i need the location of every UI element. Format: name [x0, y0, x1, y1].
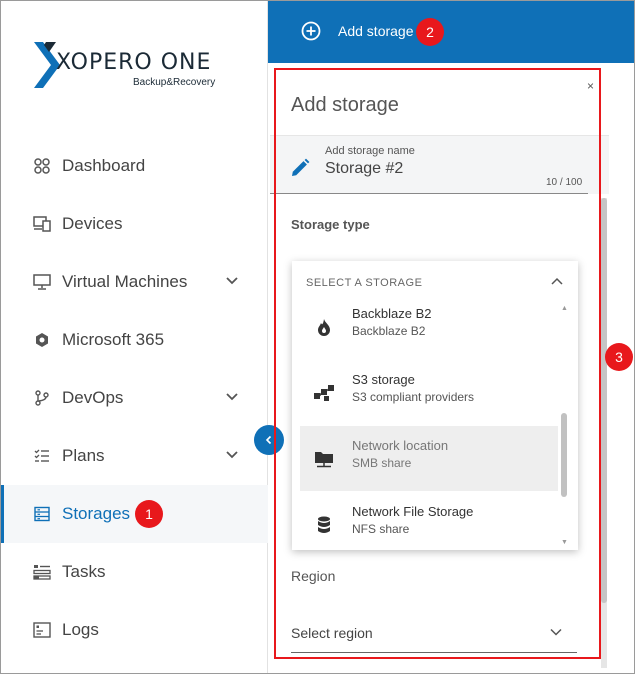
sidebar-item-label: Devices: [62, 214, 123, 233]
top-bar: Add storage: [268, 0, 635, 63]
option-network-file-storage[interactable]: Network File Storage NFS share: [300, 492, 558, 550]
scroll-down-arrow-icon[interactable]: ▼: [561, 539, 568, 546]
sidebar-nav: Dashboard Devices Virtual Machines Micro…: [0, 137, 268, 659]
sidebar-item-devops[interactable]: DevOps: [0, 369, 268, 427]
sidebar-item-tasks[interactable]: Tasks: [0, 543, 268, 601]
sidebar: XOPERO ONE Backup&Recovery Dashboard Dev…: [0, 0, 268, 674]
folder-icon: [313, 448, 335, 470]
chevron-left-icon: [265, 435, 272, 445]
storage-type-label: Storage type: [291, 217, 370, 232]
panel-header: Add storage ×: [270, 68, 609, 136]
option-subtitle: NFS share: [352, 522, 410, 536]
sidebar-item-microsoft-365[interactable]: Microsoft 365: [0, 311, 268, 369]
sidebar-item-label: Virtual Machines: [62, 272, 188, 291]
scroll-up-arrow-icon[interactable]: ▲: [561, 305, 568, 312]
option-backblaze-b2[interactable]: Backblaze B2 Backblaze B2: [300, 303, 558, 359]
storage-name-input[interactable]: [325, 160, 590, 178]
sidebar-item-dashboard[interactable]: Dashboard: [0, 137, 268, 195]
add-storage-panel: Add storage × Add storage name 10 / 100 …: [270, 63, 609, 674]
chevron-down-icon[interactable]: [224, 447, 240, 463]
sidebar-item-label: Plans: [62, 446, 105, 465]
branch-icon: [33, 389, 51, 407]
character-counter: 10 / 100: [546, 177, 583, 188]
annotation-badge-1: 1: [135, 500, 163, 528]
brand-tagline: Backup&Recovery: [133, 77, 216, 88]
sidebar-item-storages[interactable]: Storages: [0, 485, 268, 543]
brand-name: XOPERO ONE: [56, 50, 212, 75]
logo: XOPERO ONE Backup&Recovery: [34, 40, 224, 90]
sidebar-item-label: Tasks: [62, 562, 106, 581]
sidebar-item-devices[interactable]: Devices: [0, 195, 268, 253]
sidebar-item-label: DevOps: [62, 388, 124, 407]
region-label: Region: [291, 568, 336, 584]
option-s3-storage[interactable]: S3 storage S3 compliant providers: [300, 360, 558, 425]
close-icon[interactable]: ×: [587, 79, 594, 93]
sidebar-item-logs[interactable]: Logs: [0, 601, 268, 659]
s3-icon: [313, 382, 335, 404]
add-storage-label: Add storage: [338, 23, 414, 39]
option-title: Network location: [352, 438, 449, 453]
chevron-down-icon[interactable]: [224, 273, 240, 289]
devices-icon: [33, 215, 51, 233]
panel-title: Add storage: [291, 94, 399, 116]
office-icon: [33, 331, 51, 349]
sidebar-item-plans[interactable]: Plans: [0, 427, 268, 485]
panel-scrollbar[interactable]: [601, 198, 607, 668]
chevron-down-icon[interactable]: [224, 389, 240, 405]
flame-icon: [313, 316, 335, 338]
plus-circle-icon: [301, 21, 321, 41]
logs-icon: [33, 621, 51, 639]
chevron-down-icon: [550, 628, 562, 636]
collapse-sidebar-button[interactable]: [254, 425, 284, 455]
annotation-badge-3: 3: [605, 343, 633, 371]
region-select[interactable]: Select region: [291, 615, 577, 653]
dropdown-options: Backblaze B2 Backblaze B2 S3 storage S3 …: [292, 303, 578, 550]
checklist-icon: [33, 447, 51, 465]
sidebar-item-label: Logs: [62, 620, 99, 639]
pencil-icon: [292, 158, 310, 176]
dropdown-placeholder: SELECT A STORAGE: [306, 277, 423, 289]
option-subtitle: Backblaze B2: [352, 324, 426, 338]
dropdown-scrollbar-thumb[interactable]: [561, 413, 567, 497]
panel-scrollbar-thumb[interactable]: [601, 198, 607, 603]
dropdown-scrollbar[interactable]: ▲ ▼: [560, 303, 568, 550]
sidebar-item-label: Dashboard: [62, 156, 146, 175]
region-select-value: Select region: [291, 625, 373, 641]
storage-type-dropdown[interactable]: SELECT A STORAGE Backblaze B2 Backblaze …: [292, 261, 578, 550]
sidebar-item-label: Storages: [62, 504, 131, 523]
sidebar-item-virtual-machines[interactable]: Virtual Machines: [0, 253, 268, 311]
storage-icon: [33, 505, 51, 523]
tasks-icon: [33, 563, 51, 581]
add-storage-button[interactable]: Add storage: [301, 21, 414, 41]
chevron-up-icon: [551, 277, 563, 285]
database-icon: [313, 514, 335, 536]
option-subtitle: SMB share: [352, 456, 412, 470]
sidebar-item-label: Microsoft 365: [62, 330, 165, 349]
annotation-badge-2: 2: [416, 18, 444, 46]
option-title: Backblaze B2: [352, 306, 432, 321]
storage-name-label: Add storage name: [325, 145, 415, 157]
dropdown-header[interactable]: SELECT A STORAGE: [292, 261, 578, 303]
dashboard-icon: [33, 157, 51, 175]
option-subtitle: S3 compliant providers: [352, 390, 475, 404]
input-underline: [270, 193, 588, 194]
monitor-icon: [33, 273, 51, 291]
option-title: Network File Storage: [352, 504, 474, 519]
storage-name-field: Add storage name 10 / 100: [270, 136, 609, 194]
option-network-location[interactable]: Network location SMB share: [300, 426, 558, 491]
option-title: S3 storage: [352, 372, 415, 387]
